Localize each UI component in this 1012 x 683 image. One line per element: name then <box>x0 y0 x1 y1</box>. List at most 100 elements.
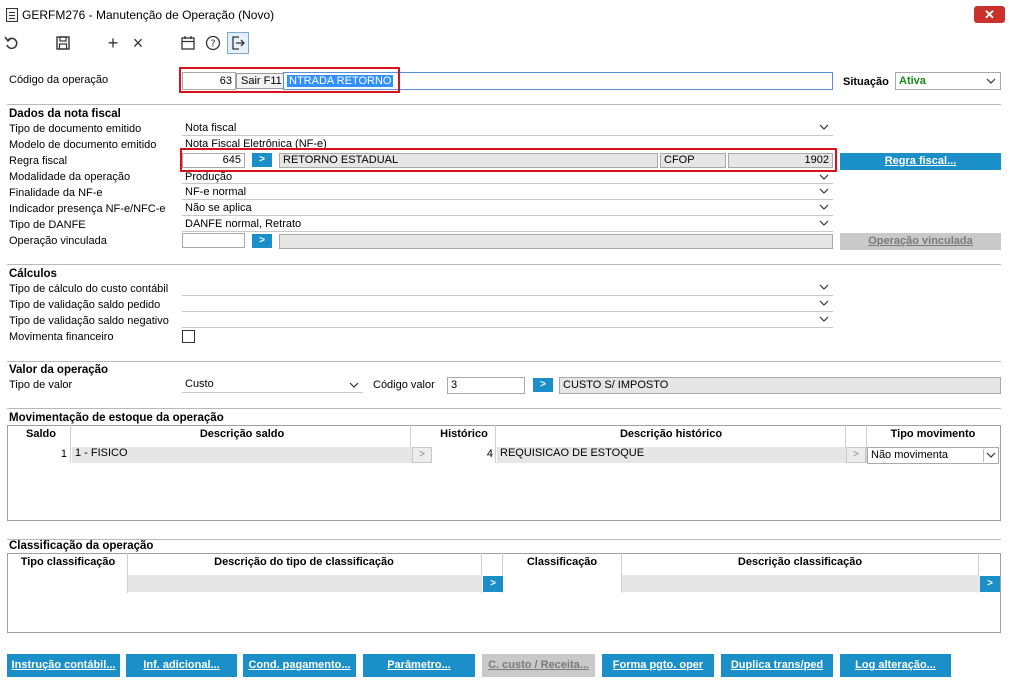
table-row[interactable]: 1 1 - FISICO > 4 REQUISICAO DE ESTOQUE >… <box>9 446 999 464</box>
chevron-down-icon <box>983 449 997 462</box>
save-icon[interactable] <box>52 32 74 54</box>
column-header: Tipo classificação <box>20 556 116 568</box>
codigo-valor-label: Código valor <box>373 379 435 391</box>
indicador-presenca-label: Indicador presença NF-e/NFC-e <box>9 203 166 215</box>
duplica-trans-ped-button[interactable]: Duplica trans/ped <box>721 654 833 677</box>
validacao-saldo-negativo-label: Tipo de validação saldo negativo <box>9 315 169 327</box>
operacao-vinculada-go-button[interactable]: > <box>252 234 272 248</box>
finalidade-value: NF-e normal <box>185 186 247 198</box>
regra-fiscal-button[interactable]: Regra fiscal... <box>840 153 1001 170</box>
undo-icon[interactable] <box>1 32 23 54</box>
tipo-valor-label: Tipo de valor <box>9 379 73 391</box>
tipo-movimento-select[interactable]: Não movimenta <box>867 447 999 464</box>
cond-pagamento-button[interactable]: Cond. pagamento... <box>243 654 356 677</box>
tipo-documento-select[interactable]: Nota fiscal <box>182 121 833 136</box>
movimenta-financeiro-label: Movimenta financeiro <box>9 331 114 343</box>
section-title-nota-fiscal: Dados da nota fiscal <box>9 108 121 120</box>
column-header: Descrição classificação <box>737 556 863 568</box>
codigo-valor-description: CUSTO S/ IMPOSTO <box>559 377 1001 394</box>
column-header: Saldo <box>26 428 56 440</box>
indicador-presenca-value: Não se aplica <box>185 202 252 214</box>
tipo-documento-value: Nota fiscal <box>185 122 237 134</box>
validacao-saldo-negativo-select[interactable] <box>182 313 833 328</box>
divider <box>7 408 1001 409</box>
modalidade-value: Produção <box>185 172 233 183</box>
tipo-calculo-custo-select[interactable] <box>182 281 833 296</box>
classificacao-lookup-button[interactable]: > <box>980 576 1000 592</box>
centro-custo-receita-button[interactable]: C. custo / Receita... <box>482 654 595 677</box>
validacao-saldo-pedido-select[interactable] <box>182 297 833 312</box>
exit-icon[interactable] <box>227 32 249 54</box>
chevron-down-icon <box>819 172 829 182</box>
descricao-saldo-cell: 1 - FISICO <box>72 447 412 463</box>
chevron-down-icon <box>819 282 829 292</box>
help-icon[interactable]: ? <box>202 32 224 54</box>
chevron-down-icon <box>819 202 829 212</box>
finalidade-select[interactable]: NF-e normal <box>182 185 833 200</box>
forma-pgto-oper-button[interactable]: Forma pgto. oper <box>602 654 714 677</box>
column-header: Descrição saldo <box>199 428 285 440</box>
add-icon[interactable]: + <box>102 32 124 54</box>
section-title-estoque: Movimentação de estoque da operação <box>9 412 224 424</box>
modelo-documento-label: Modelo de documento emitido <box>9 139 157 151</box>
operacao-vinculada-description <box>279 234 833 249</box>
instrucao-contabil-button[interactable]: Instrução contábil... <box>7 654 120 677</box>
tipo-danfe-value: DANFE normal, Retrato <box>185 218 302 230</box>
document-icon <box>6 8 18 22</box>
historico-cell: 4 <box>486 448 493 460</box>
chevron-down-icon <box>349 380 359 390</box>
tipo-documento-label: Tipo de documento emitido <box>9 123 142 135</box>
inf-adicional-button[interactable]: Inf. adicional... <box>126 654 237 677</box>
modalidade-select[interactable]: Produção <box>182 172 833 184</box>
saldo-lookup-button[interactable]: > <box>412 447 432 463</box>
column-header: Tipo movimento <box>890 428 976 440</box>
tipo-danfe-select[interactable]: DANFE normal, Retrato <box>182 217 833 232</box>
finalidade-label: Finalidade da NF-e <box>9 187 103 199</box>
section-title-calculos: Cálculos <box>9 268 57 280</box>
divider <box>7 361 1001 362</box>
situacao-value: Ativa <box>899 75 926 87</box>
chevron-down-icon <box>819 122 829 132</box>
log-alteracao-button[interactable]: Log alteração... <box>840 654 951 677</box>
section-title-valor: Valor da operação <box>9 364 109 376</box>
situacao-select[interactable]: Ativa <box>895 72 1001 90</box>
calendar-icon[interactable] <box>177 32 199 54</box>
codigo-valor-input[interactable]: 3 <box>447 377 525 394</box>
chevron-down-icon <box>819 314 829 324</box>
tipo-classificacao-lookup-button[interactable]: > <box>483 576 503 592</box>
saldo-cell: 1 <box>60 448 67 460</box>
situacao-label: Situação <box>843 76 889 88</box>
modalidade-label: Modalidade da operação <box>9 171 131 183</box>
operacao-vinculada-input[interactable] <box>182 233 245 248</box>
divider <box>7 264 1001 265</box>
historico-lookup-button[interactable]: > <box>846 447 866 463</box>
column-header: Descrição histórico <box>619 428 723 440</box>
window-title: GERFM276 - Manutenção de Operação (Novo) <box>22 8 275 22</box>
parametro-button[interactable]: Parâmetro... <box>363 654 475 677</box>
column-header: Descrição do tipo de classificação <box>214 556 394 568</box>
divider <box>7 104 1001 105</box>
highlight-box-regra-fiscal <box>180 148 837 172</box>
indicador-presenca-select[interactable]: Não se aplica <box>182 201 833 216</box>
tipo-movimento-value: Não movimenta <box>871 449 949 461</box>
codigo-valor-go-button[interactable]: > <box>533 378 553 392</box>
tipo-valor-value: Custo <box>185 378 214 390</box>
chevron-down-icon <box>819 298 829 308</box>
chevron-down-icon <box>819 218 829 228</box>
operacao-vinculada-label: Operação vinculada <box>9 235 107 247</box>
movimenta-financeiro-checkbox[interactable] <box>182 330 195 343</box>
column-header: Classificação <box>526 556 598 568</box>
descricao-classificacao-cell <box>622 575 980 592</box>
section-title-classificacao: Classificação da operação <box>9 540 154 552</box>
tipo-calculo-custo-label: Tipo de cálculo do custo contábil <box>9 283 169 295</box>
tipo-valor-select[interactable]: Custo <box>182 377 363 393</box>
validacao-saldo-pedido-label: Tipo de validação saldo pedido <box>9 299 161 311</box>
operacao-vinculada-button[interactable]: Operação vinculada <box>840 233 1001 250</box>
close-button[interactable]: ✕ <box>974 6 1005 23</box>
chevron-down-icon <box>986 76 996 86</box>
remove-icon[interactable]: × <box>127 32 149 54</box>
codigo-operacao-label: Código da operação <box>9 74 109 86</box>
descricao-historico-cell: REQUISICAO DE ESTOQUE <box>497 447 846 463</box>
chevron-down-icon <box>819 186 829 196</box>
svg-text:?: ? <box>210 39 215 50</box>
